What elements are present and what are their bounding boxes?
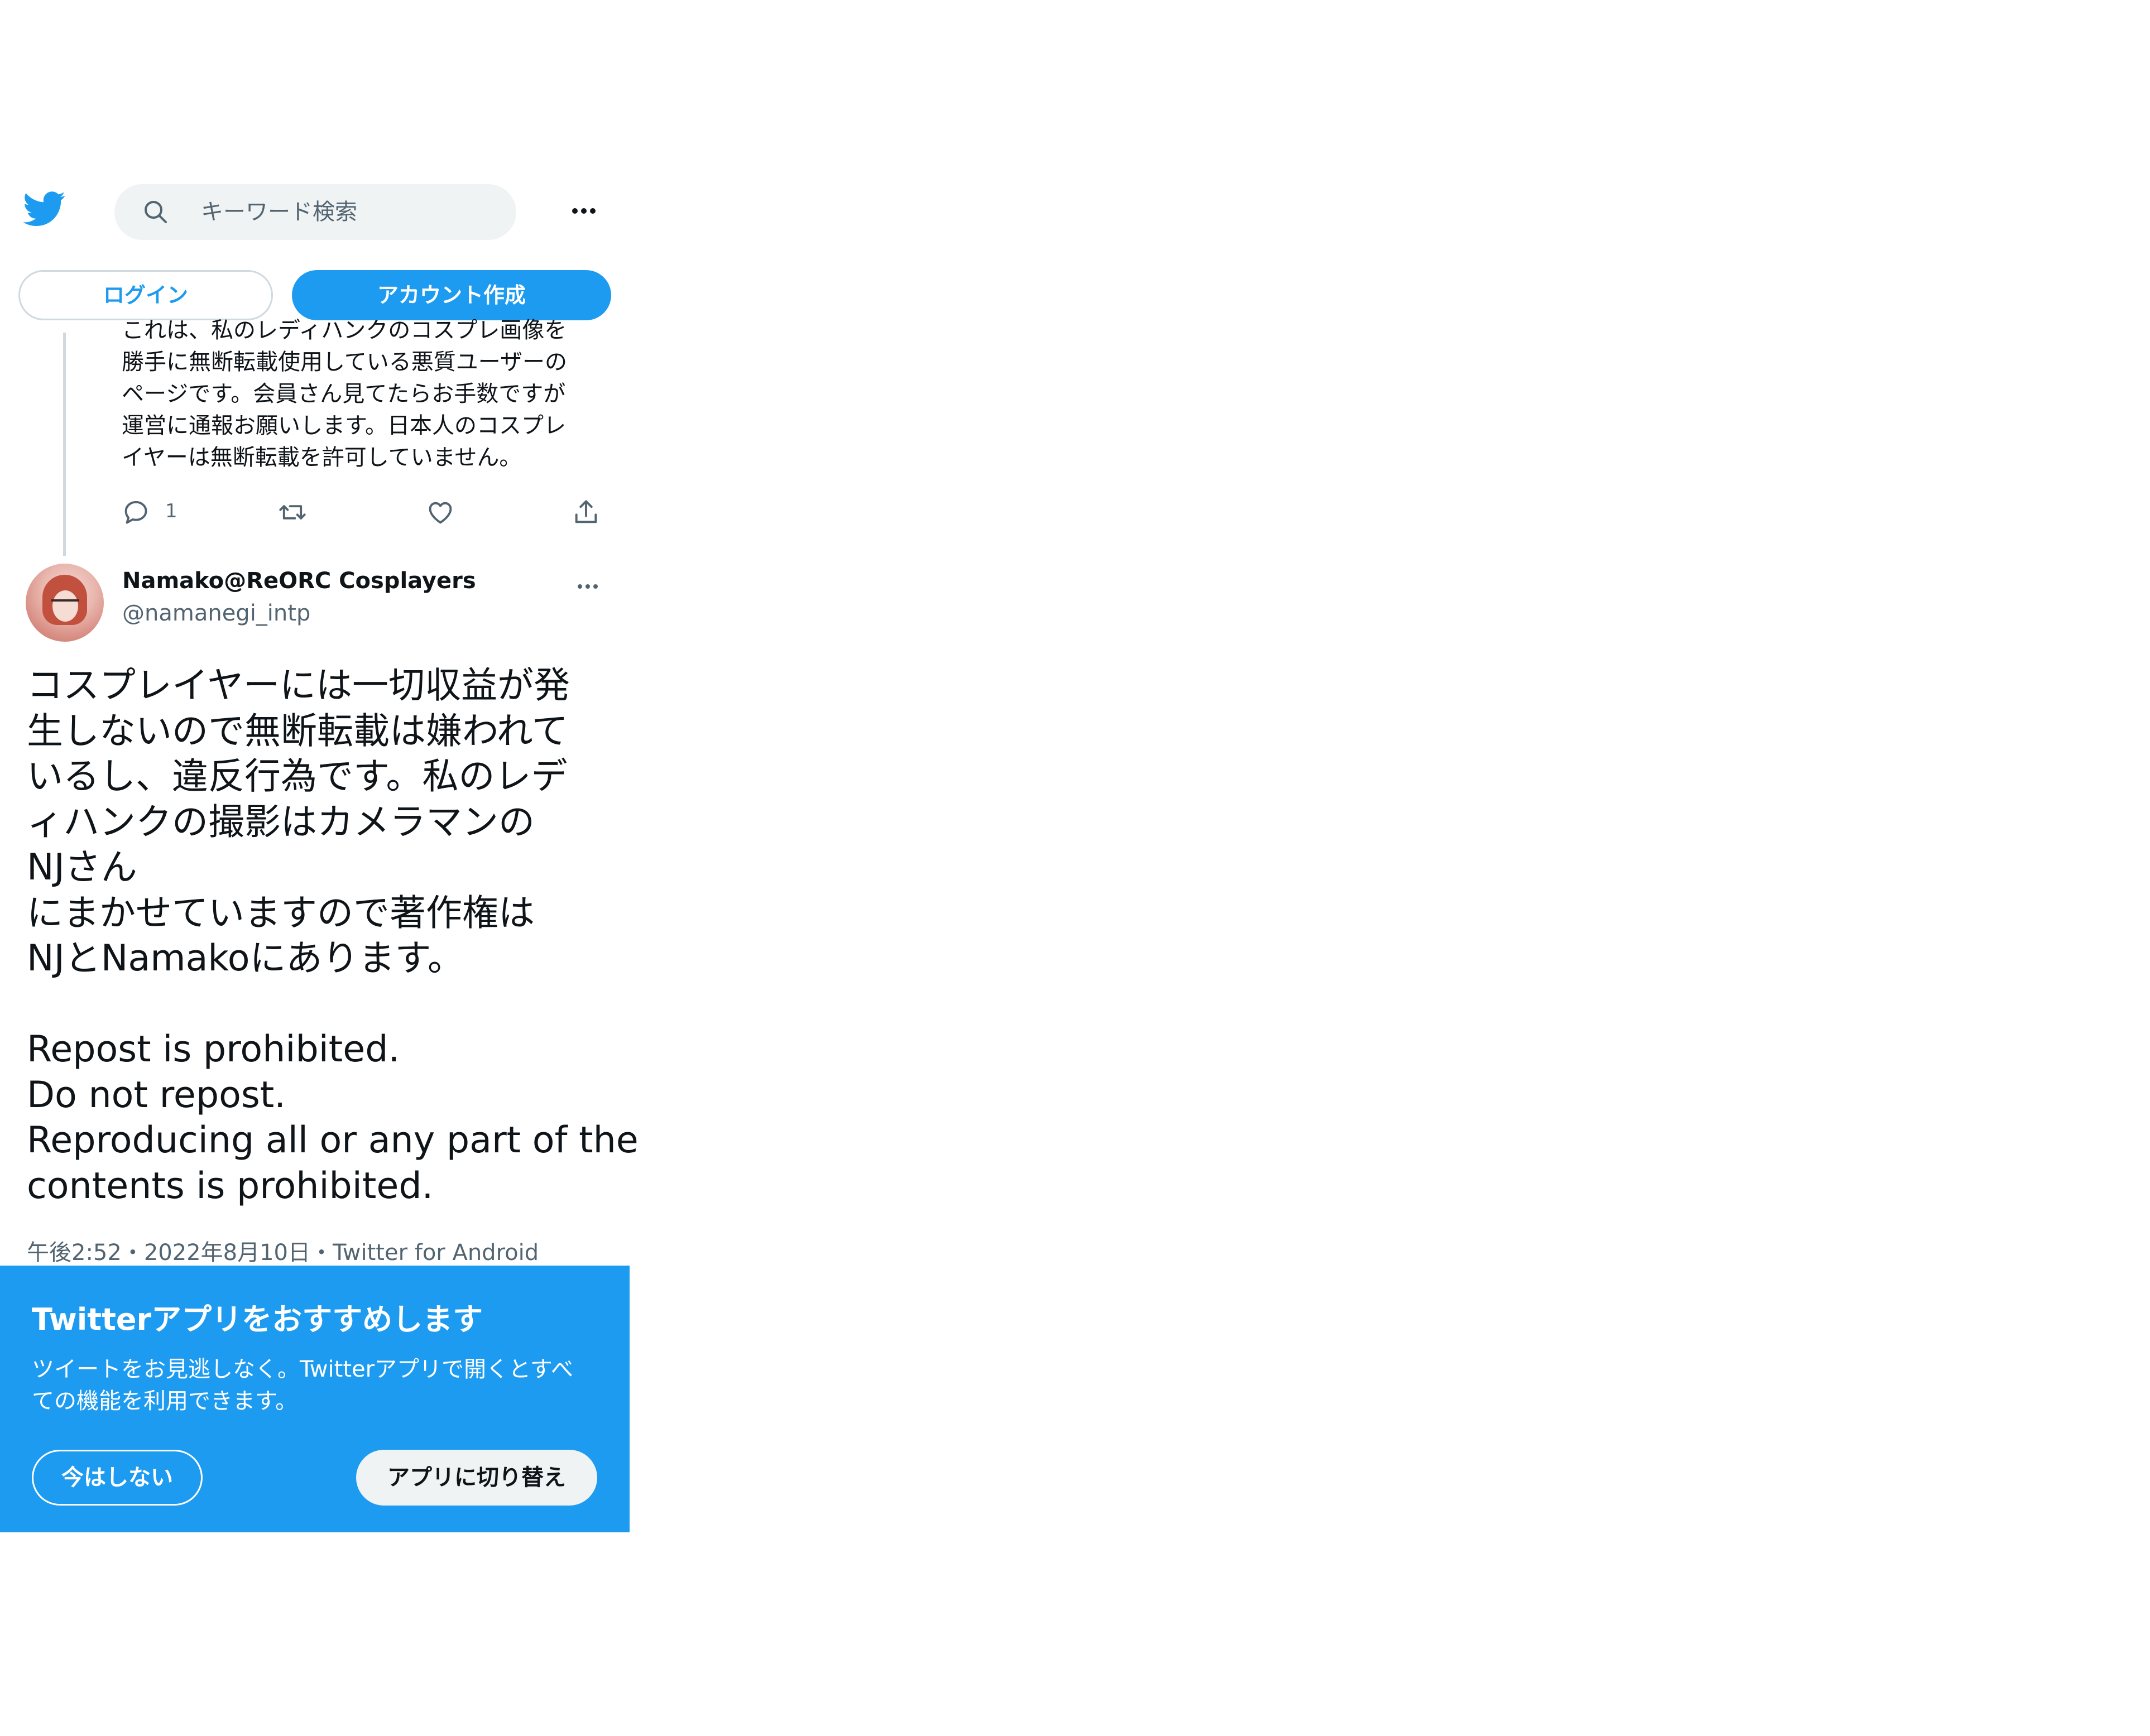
previous-tweet-line: ページです。会員さん見てたらお手数ですが	[122, 381, 566, 407]
tweet-timestamp[interactable]: 午後2:52・2022年8月10日・Twitter for Android	[27, 1234, 539, 1267]
tweet-text-line: 生しないので無断転載は嫌われて	[27, 710, 568, 752]
tweet-text-line: いるし、違反行為です。私のレデ	[27, 756, 568, 797]
display-name[interactable]: Namako@ReORC Cosplayers	[122, 568, 476, 594]
tweet-text-line: NJさん	[27, 847, 137, 888]
tweet-text-line: Reproducing all or any part of the	[27, 1119, 639, 1161]
previous-tweet-text[interactable]: これは、私のレディハンクのコスプレ画像を 勝手に無断転載使用している悪質ユーザー…	[122, 312, 613, 481]
banner-description-line: ツイートをお見逃しなく。Twitterアプリで開くとすべ	[32, 1357, 574, 1382]
tweet-text-line: NJとNamakoにあります。	[27, 937, 464, 979]
banner-description-line: ての機能を利用できます。	[32, 1388, 297, 1414]
search-input[interactable]	[201, 184, 491, 240]
share-icon	[575, 500, 597, 523]
previous-tweet-line: 運営に通報お願いします。日本人のコスプレ	[122, 413, 566, 439]
retweet-icon	[279, 505, 306, 520]
tweet-text-line: コスプレイヤーには一切収益が発	[27, 665, 570, 706]
more-horizontal-icon[interactable]	[568, 199, 599, 223]
user-handle[interactable]: @namanegi_intp	[122, 600, 310, 626]
tweet-text-line: contents is prohibited.	[27, 1165, 434, 1207]
tweet-text-line: Do not repost.	[27, 1074, 286, 1116]
previous-tweet-line: 勝手に無断転載使用している悪質ユーザーの	[122, 349, 567, 375]
search-box[interactable]	[114, 184, 516, 240]
tweet-text-line: ィハンクの撮影はカメラマンの	[27, 801, 535, 843]
switch-to-app-button[interactable]: アプリに切り替え	[356, 1450, 597, 1506]
twitter-bird-icon[interactable]	[23, 187, 66, 230]
tweet-more-icon[interactable]	[574, 578, 602, 595]
retweet-button[interactable]	[278, 496, 311, 529]
like-button[interactable]	[426, 496, 459, 529]
heart-icon	[429, 502, 452, 524]
tweet-text-line	[27, 982, 618, 1027]
page: ログイン アカウント作成 これは、私のレディハンクのコスプレ画像を 勝手に無断転…	[0, 0, 2150, 1736]
thread-connector-line	[63, 333, 66, 556]
search-icon	[145, 201, 167, 223]
banner-title: Twitterアプリをおすすめします	[32, 1302, 483, 1337]
not-now-button[interactable]: 今はしない	[32, 1450, 203, 1506]
previous-tweet-actions: 1	[122, 496, 607, 529]
tweet-text-line: にまかせていますので著作権は	[27, 892, 535, 934]
previous-tweet-line: これは、私のレディハンクのコスプレ画像を	[122, 318, 567, 343]
banner-description: ツイートをお見逃しなく。Twitterアプリで開くとすべ ての機能を利用できます…	[32, 1354, 601, 1417]
reply-icon	[124, 501, 147, 524]
share-button[interactable]	[572, 496, 605, 529]
tweet-text: コスプレイヤーには一切収益が発 生しないので無断転載は嫌われて いるし、違反行為…	[27, 663, 639, 1209]
previous-tweet-line: イヤーは無断転載を許可していません。	[122, 445, 522, 470]
reply-count: 1	[165, 500, 177, 522]
app-promo-banner: Twitterアプリをおすすめします ツイートをお見逃しなく。Twitterアプ…	[0, 1266, 630, 1532]
reply-button[interactable]: 1	[122, 496, 200, 529]
avatar[interactable]	[26, 564, 104, 642]
tweet-text-line: Repost is prohibited.	[27, 1028, 400, 1070]
avatar-glasses	[51, 599, 79, 609]
twitter-mobile-view: ログイン アカウント作成 これは、私のレディハンクのコスプレ画像を 勝手に無断転…	[0, 0, 639, 1736]
